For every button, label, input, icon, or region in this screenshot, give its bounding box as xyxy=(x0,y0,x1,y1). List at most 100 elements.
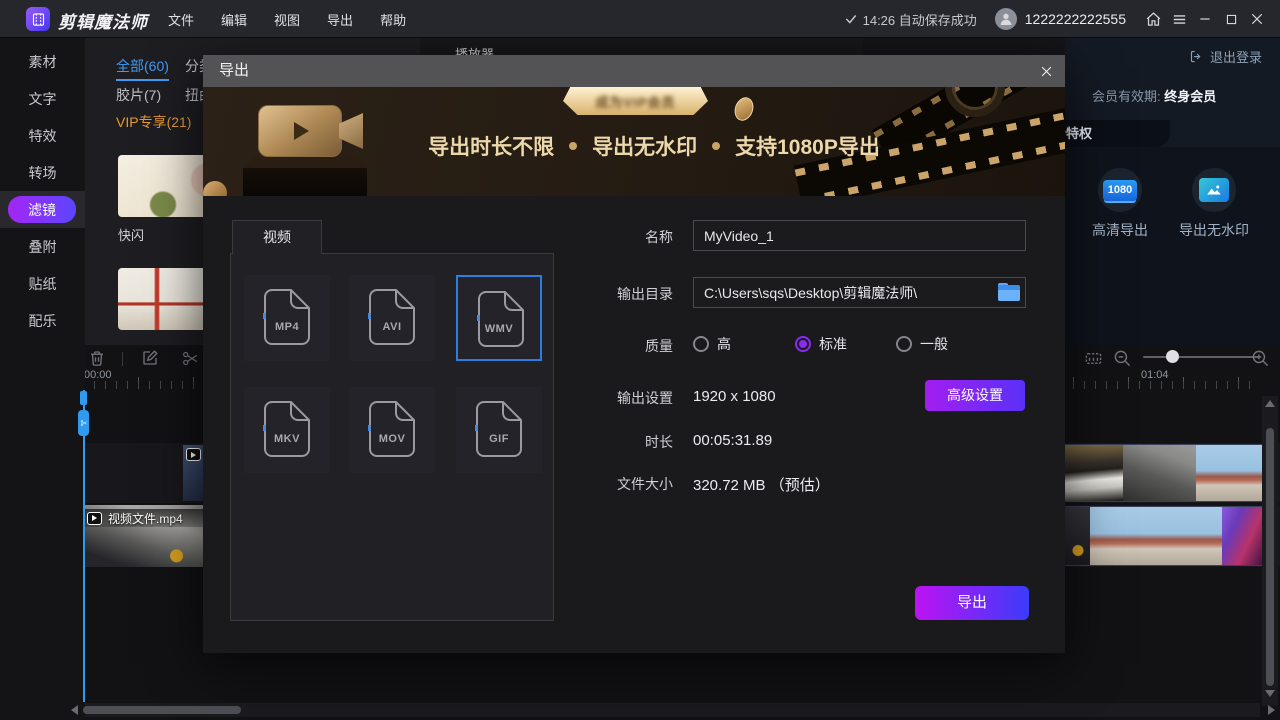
hd-export-privilege[interactable]: 1080 xyxy=(1098,168,1142,212)
format-tile-avi[interactable]: AVI xyxy=(349,275,435,361)
radio-circle-checked xyxy=(795,336,811,352)
track-1-clip-thumbnails[interactable] xyxy=(1060,445,1262,501)
horizontal-scrollbar-track[interactable] xyxy=(83,703,1260,717)
app-logo-icon xyxy=(26,7,50,31)
quality-radio-high[interactable]: 高 xyxy=(693,334,731,354)
camera-pedestal xyxy=(243,157,367,168)
advanced-settings-button[interactable]: 高级设置 xyxy=(925,380,1025,411)
format-tile-mkv[interactable]: MKV xyxy=(244,387,330,473)
menu-view[interactable]: 视图 xyxy=(274,10,300,29)
format-tile-mp4[interactable]: MP4 xyxy=(244,275,330,361)
horizontal-scrollbar-thumb[interactable] xyxy=(83,706,241,714)
active-pill: 滤镜 xyxy=(8,196,76,223)
maximize-icon xyxy=(1224,12,1239,27)
menu-file[interactable]: 文件 xyxy=(168,10,194,29)
track-1-clip[interactable] xyxy=(183,445,203,501)
split-button[interactable] xyxy=(181,349,200,368)
name-input[interactable] xyxy=(693,220,1026,251)
close-button[interactable] xyxy=(1244,0,1270,38)
minimize-button[interactable] xyxy=(1192,0,1218,38)
quality-label: 质量 xyxy=(593,336,673,356)
name-label: 名称 xyxy=(593,227,673,247)
output-dir-input[interactable] xyxy=(693,277,1026,308)
sidebar-item-filters[interactable]: 滤镜 xyxy=(0,191,85,228)
menu-help[interactable]: 帮助 xyxy=(380,10,406,29)
logout-button[interactable]: 退出登录 xyxy=(1189,47,1262,66)
menu-export[interactable]: 导出 xyxy=(327,10,353,29)
image-icon xyxy=(1199,178,1229,202)
track-2-clip-thumbnails[interactable] xyxy=(1060,507,1264,565)
quality-radio-normal[interactable]: 一般 xyxy=(896,334,948,354)
privileges-section xyxy=(1065,147,1280,345)
home-button[interactable] xyxy=(1140,0,1166,38)
titlebar-right: 14:26 自动保存成功 1222222222555 xyxy=(844,0,1270,38)
delete-button[interactable] xyxy=(88,349,106,367)
feature-1080p: 支持1080P导出 xyxy=(735,131,880,161)
menu-edit[interactable]: 编辑 xyxy=(221,10,247,29)
browse-folder-button[interactable] xyxy=(998,283,1020,301)
sidebar-item-music[interactable]: 配乐 xyxy=(0,302,85,339)
main-menu-button[interactable] xyxy=(1166,0,1192,38)
camera-lens-icon xyxy=(339,113,363,149)
radio-circle xyxy=(693,336,709,352)
hd-export-label: 高清导出 xyxy=(1092,220,1148,240)
format-tile-wmv[interactable]: WMV xyxy=(456,275,542,361)
thumb-skates xyxy=(1123,445,1196,501)
ruler-time-start: 00:00 xyxy=(84,369,112,381)
playhead-line[interactable] xyxy=(83,390,85,702)
export-button[interactable]: 导出 xyxy=(915,586,1029,620)
playhead-flag[interactable] xyxy=(80,391,87,405)
sidebar-item-overlays[interactable]: 叠附 xyxy=(0,228,85,265)
sidebar-item-effects[interactable]: 特效 xyxy=(0,117,85,154)
zoom-slider-track[interactable] xyxy=(1143,356,1258,358)
quality-radio-standard[interactable]: 标准 xyxy=(795,334,847,354)
vip-promo-badge[interactable]: 成为VIP会员 xyxy=(563,87,708,115)
maximize-button[interactable] xyxy=(1218,0,1244,38)
scroll-right-arrow[interactable] xyxy=(1268,705,1275,715)
clip-play-badge xyxy=(186,448,201,461)
format-tile-mov[interactable]: MOV xyxy=(349,387,435,473)
home-icon xyxy=(1145,11,1162,28)
sidebar-item-transitions[interactable]: 转场 xyxy=(0,154,85,191)
vertical-scrollbar-thumb[interactable] xyxy=(1266,428,1274,686)
account-id[interactable]: 1222222222555 xyxy=(1025,11,1126,27)
duration-value: 00:05:31.89 xyxy=(693,432,772,449)
format-tile-gif[interactable]: GIF xyxy=(456,387,542,473)
no-watermark-privilege[interactable] xyxy=(1192,168,1236,212)
resolution-value: 1920 x 1080 xyxy=(693,388,776,405)
output-settings-label: 输出设置 xyxy=(593,388,673,408)
export-dialog: 导出 成为VIP会员 导出时长不限 导出无水印 支持1080P导出 视频 MP4… xyxy=(203,55,1065,653)
fit-timeline-button[interactable] xyxy=(1084,349,1103,368)
file-icon xyxy=(478,291,524,347)
sidebar-item-stickers[interactable]: 贴纸 xyxy=(0,265,85,302)
edit-clip-button[interactable] xyxy=(141,349,159,367)
vip-banner: 成为VIP会员 导出时长不限 导出无水印 支持1080P导出 xyxy=(203,87,1065,196)
zoom-out-icon xyxy=(1113,349,1132,368)
filter-label-flash: 快闪 xyxy=(118,225,144,244)
bullet-dot xyxy=(712,142,720,150)
radio-circle xyxy=(896,336,912,352)
duration-label: 时长 xyxy=(593,432,673,452)
close-icon xyxy=(1249,11,1265,27)
tab-film[interactable]: 胶片(7) xyxy=(116,85,161,105)
tab-vip-exclusive[interactable]: VIP专享(21) xyxy=(116,112,191,132)
scroll-down-arrow[interactable] xyxy=(1265,690,1275,697)
track-2-clip[interactable]: 视频文件.mp4 xyxy=(83,505,203,567)
scroll-up-arrow[interactable] xyxy=(1265,400,1275,407)
tab-video-format[interactable]: 视频 xyxy=(232,220,322,254)
avatar[interactable] xyxy=(995,8,1017,30)
autosave-status: 14:26 自动保存成功 xyxy=(844,10,977,29)
sidebar-item-material[interactable]: 素材 xyxy=(0,43,85,80)
thumb-piano xyxy=(1060,445,1123,501)
sidebar-item-text[interactable]: 文字 xyxy=(0,80,85,117)
vip-panel: 退出登录 会员有效期: 终身会员 VIP特权 1080 高清导出 导出无水印 xyxy=(1065,38,1280,345)
zoom-out-button[interactable] xyxy=(1113,349,1132,368)
dialog-close-button[interactable] xyxy=(1037,62,1055,80)
file-icon xyxy=(369,401,415,457)
logout-icon xyxy=(1189,49,1204,64)
playhead-split-handle[interactable] xyxy=(78,410,89,436)
tab-all[interactable]: 全部(60) xyxy=(116,56,169,81)
scroll-left-arrow[interactable] xyxy=(71,705,78,715)
zoom-slider-handle[interactable] xyxy=(1166,350,1179,363)
zoom-in-button[interactable] xyxy=(1251,349,1270,368)
